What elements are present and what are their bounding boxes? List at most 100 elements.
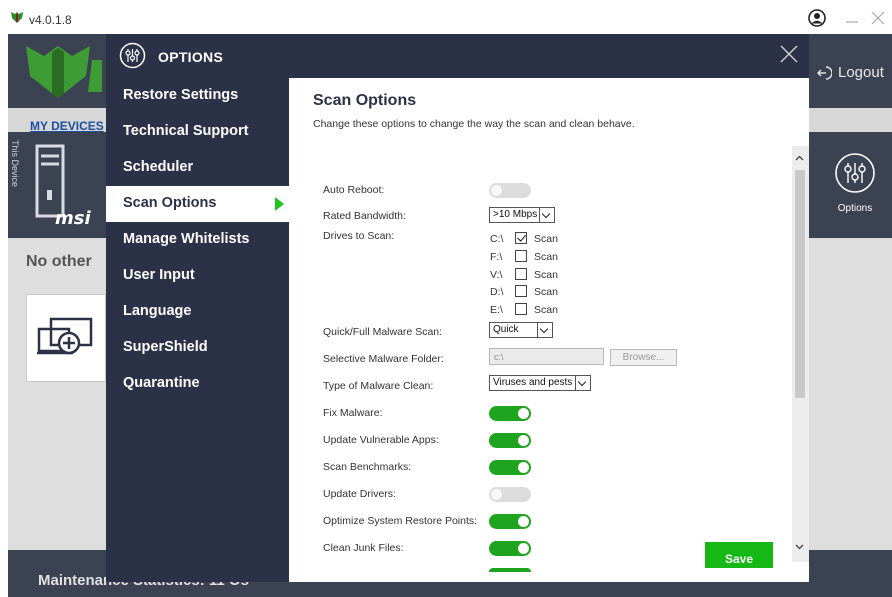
panel-heading: Scan Options bbox=[313, 92, 417, 109]
clean-type-select[interactable]: Viruses and pests bbox=[489, 375, 591, 391]
drive-checkbox[interactable] bbox=[515, 285, 527, 297]
active-arrow-icon bbox=[275, 197, 284, 211]
drive-scan-label: Scan bbox=[534, 269, 558, 281]
chevron-down-icon bbox=[537, 323, 552, 337]
scroll-down-icon[interactable] bbox=[795, 542, 804, 551]
drive-letter: C:\ bbox=[490, 233, 504, 245]
selective-folder-input[interactable]: c:\ bbox=[489, 348, 604, 365]
drive-letter: E:\ bbox=[490, 304, 503, 316]
optimize-restore-toggle[interactable] bbox=[489, 514, 531, 529]
close-icon[interactable] bbox=[868, 9, 888, 27]
drive-checkbox[interactable] bbox=[515, 268, 527, 280]
chevron-down-icon bbox=[575, 376, 590, 390]
update-apps-toggle[interactable] bbox=[489, 433, 531, 448]
modal-header: OPTIONS bbox=[106, 34, 809, 78]
drives-to-scan-label: Drives to Scan: bbox=[323, 230, 395, 242]
scan-benchmarks-label: Scan Benchmarks: bbox=[323, 461, 412, 473]
nav-item-label: User Input bbox=[123, 267, 195, 283]
nav-item-manage-whitelists[interactable]: Manage Whitelists bbox=[106, 222, 289, 256]
logout-icon bbox=[817, 65, 832, 80]
minimize-icon[interactable] bbox=[842, 9, 862, 27]
app-version: v4.0.1.8 bbox=[29, 13, 72, 27]
options-nav: Restore Settings Technical Support Sched… bbox=[106, 78, 289, 582]
rated-bandwidth-select[interactable]: >10 Mbps bbox=[489, 207, 555, 223]
drive-scan-label: Scan bbox=[534, 233, 558, 245]
user-circle-icon[interactable] bbox=[808, 9, 826, 27]
browse-button[interactable]: Browse... bbox=[610, 349, 677, 366]
nav-item-label: Manage Whitelists bbox=[123, 231, 250, 247]
toggle-knob bbox=[491, 489, 502, 500]
scan-benchmarks-toggle[interactable] bbox=[489, 460, 531, 475]
scan-type-label: Quick/Full Malware Scan: bbox=[323, 326, 443, 338]
next-toggle-edge bbox=[489, 568, 531, 572]
drive-scan-label: Scan bbox=[534, 304, 558, 316]
toggle-knob bbox=[518, 408, 529, 419]
browse-label: Browse... bbox=[622, 352, 665, 363]
toggle-knob bbox=[518, 435, 529, 446]
nav-item-supershield[interactable]: SuperShield bbox=[106, 330, 289, 364]
this-device-label: This Device bbox=[10, 140, 20, 188]
drive-scan-label: Scan bbox=[534, 251, 558, 263]
options-icon bbox=[119, 42, 146, 69]
rated-bandwidth-value: >10 Mbps bbox=[493, 209, 538, 220]
drive-checkbox[interactable] bbox=[515, 250, 527, 262]
drive-letter: D:\ bbox=[490, 286, 504, 298]
scrollbar-thumb[interactable] bbox=[795, 170, 805, 398]
toggle-knob bbox=[518, 516, 529, 527]
scan-type-select[interactable]: Quick bbox=[489, 322, 553, 338]
logout-label: Logout bbox=[838, 64, 884, 81]
fix-malware-toggle[interactable] bbox=[489, 406, 531, 421]
scroll-up-icon[interactable] bbox=[795, 154, 804, 163]
drive-letter: V:\ bbox=[490, 269, 503, 281]
nav-item-scan-options[interactable]: Scan Options bbox=[106, 186, 289, 222]
update-drivers-label: Update Drivers: bbox=[323, 488, 396, 500]
options-tile-label: Options bbox=[837, 203, 873, 214]
nav-item-label: Scan Options bbox=[123, 195, 217, 211]
title-bar: v4.0.1.8 bbox=[0, 0, 892, 34]
auto-reboot-toggle[interactable] bbox=[489, 183, 531, 198]
add-device-icon bbox=[37, 317, 93, 355]
scan-type-value: Quick bbox=[493, 324, 519, 335]
add-device-card[interactable] bbox=[26, 294, 106, 382]
clean-type-label: Type of Malware Clean: bbox=[323, 380, 434, 392]
optimize-restore-label: Optimize System Restore Points: bbox=[323, 515, 478, 527]
options-tile[interactable]: Options bbox=[818, 152, 892, 238]
nav-item-label: SuperShield bbox=[123, 339, 208, 355]
update-drivers-toggle[interactable] bbox=[489, 487, 531, 502]
nav-item-label: Language bbox=[123, 303, 192, 319]
desktop-pc-icon[interactable]: msi bbox=[33, 142, 103, 230]
panel-description: Change these options to change the way t… bbox=[313, 118, 635, 130]
nav-item-quarantine[interactable]: Quarantine bbox=[106, 366, 289, 400]
selective-folder-label: Selective Malware Folder: bbox=[323, 353, 444, 365]
modal-title: OPTIONS bbox=[158, 49, 224, 65]
nav-item-technical-support[interactable]: Technical Support bbox=[106, 114, 289, 148]
fix-malware-label: Fix Malware: bbox=[323, 407, 383, 419]
chevron-down-icon bbox=[539, 208, 554, 222]
nav-item-user-input[interactable]: User Input bbox=[106, 258, 289, 292]
nav-item-label: Quarantine bbox=[123, 375, 200, 391]
nav-item-language[interactable]: Language bbox=[106, 294, 289, 328]
nav-item-label: Technical Support bbox=[123, 123, 249, 139]
modal-close-icon[interactable] bbox=[779, 44, 799, 64]
clean-type-value: Viruses and pests bbox=[493, 377, 573, 388]
save-button[interactable]: Save bbox=[705, 542, 773, 568]
clean-junk-label: Clean Junk Files: bbox=[323, 542, 404, 554]
nav-item-scheduler[interactable]: Scheduler bbox=[106, 150, 289, 184]
drive-checkbox[interactable] bbox=[515, 232, 527, 244]
nav-item-label: Scheduler bbox=[123, 159, 194, 175]
toggle-knob bbox=[518, 462, 529, 473]
update-apps-label: Update Vulnerable Apps: bbox=[323, 434, 439, 446]
drive-checkbox[interactable] bbox=[515, 303, 527, 315]
nav-item-label: Restore Settings bbox=[123, 87, 239, 103]
nav-item-restore-settings[interactable]: Restore Settings bbox=[106, 78, 289, 112]
clean-junk-toggle[interactable] bbox=[489, 541, 531, 556]
brand-logo-icon bbox=[26, 46, 102, 98]
selective-folder-value: c:\ bbox=[494, 352, 504, 362]
drive-scan-label: Scan bbox=[534, 286, 558, 298]
rated-bandwidth-label: Rated Bandwidth: bbox=[323, 210, 406, 222]
my-devices-link[interactable]: MY DEVICES bbox=[30, 119, 104, 133]
shield-logo-icon bbox=[11, 12, 23, 23]
drive-letter: F:\ bbox=[490, 251, 503, 263]
logout-button[interactable]: Logout bbox=[816, 64, 884, 81]
device-brand: msi bbox=[55, 208, 91, 229]
